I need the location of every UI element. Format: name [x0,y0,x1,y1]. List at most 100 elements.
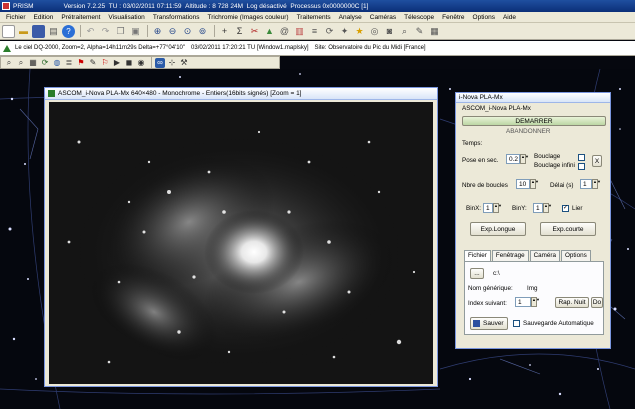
sauvegarde-auto-checkbox[interactable] [513,320,520,327]
bouclage-checkbox[interactable] [578,154,585,161]
menu-pretraitement[interactable]: Prétraitement [57,14,104,21]
scope-icon[interactable]: ⊹ [167,58,177,68]
index-input[interactable]: 1 [515,297,531,307]
refresh-icon[interactable]: ⟳ [40,58,50,68]
binoculars-icon[interactable]: ∞ [155,57,165,68]
save-icon[interactable] [32,24,45,38]
nom-generique-label: Nom générique: [468,285,513,292]
rap-nuit-button[interactable]: Rap. Nuit [555,297,589,308]
do-button[interactable]: Do [591,297,603,308]
sum-icon[interactable]: Σ [233,25,246,38]
grid-icon[interactable]: ▦ [28,58,38,68]
abandon-button[interactable]: ABANDONNER [506,128,550,135]
fichier-tab-panel: ... c:\ Nom générique: Img Index suivant… [464,261,604,335]
cut-icon[interactable]: ✂ [248,25,261,38]
globe-icon[interactable]: ◍ [52,58,62,68]
galaxy-image[interactable] [49,102,433,384]
index-label: Index suivant: [468,300,507,307]
biny-label: BinY: [512,205,527,212]
delai-input[interactable]: 1 [580,179,592,189]
start-button[interactable]: DEMARRER [462,116,606,126]
nb-boucles-spinner[interactable]: ▲▼ [530,179,539,189]
script-icon[interactable]: ✎ [413,25,426,38]
biny-input[interactable]: 1 [533,203,543,213]
image-window[interactable]: ASCOM_i-Nova PLA-Mx 640×480 - Monochrome… [44,87,438,387]
marker-icon[interactable]: ⚑ [76,58,86,68]
magnifier-icon[interactable]: ⌕ [4,58,14,68]
pose-input[interactable]: 0.2 [506,154,520,164]
compass-icon[interactable]: ✦ [338,25,351,38]
chart-icon[interactable]: ▥ [293,25,306,38]
biny-spinner[interactable]: ▲▼ [543,203,552,213]
binx-spinner[interactable]: ▲▼ [493,203,502,213]
camera-icon[interactable]: ◙ [383,25,396,38]
zoom-window-icon[interactable]: ⊙ [181,25,194,38]
new-file-icon[interactable] [2,24,15,38]
pen-icon[interactable]: ✎ [88,58,98,68]
menu-trichromie[interactable]: Trichromie (Images couleur) [204,14,293,21]
flag-icon[interactable]: ⚐ [100,58,110,68]
star-icon[interactable]: ★ [353,25,366,38]
zoom-fit-icon[interactable]: ⌕ [16,58,26,68]
tools-icon[interactable]: ⚒ [179,58,189,68]
redo-icon[interactable]: ↷ [99,25,112,38]
nom-generique-value[interactable]: Img [527,285,538,292]
menu-analyse[interactable]: Analyse [335,14,366,21]
app-version: Version 7.2.25 [63,2,106,10]
image-window-title-text: ASCOM_i-Nova PLA-Mx 640×480 - Monochrome… [58,90,302,97]
menu-aide[interactable]: Aide [499,14,520,21]
spiral-icon[interactable]: @ [278,25,291,38]
help-icon[interactable]: ? [62,24,75,38]
stack-icon[interactable]: ≡ [308,25,321,38]
tab-options[interactable]: Options [561,250,591,261]
grid-icon[interactable]: ▦ [428,25,441,38]
print-icon[interactable]: ▤ [47,25,60,38]
copy-icon[interactable]: ❐ [114,25,127,38]
nb-boucles-input[interactable]: 10 [516,179,530,189]
sky-site: Site: Observatoire du Pic du Midi [Franc… [314,45,426,51]
menu-transformations[interactable]: Transformations [149,14,204,21]
app-process: Processus 0x0000000C [1] [290,2,369,10]
menu-cameras[interactable]: Caméras [366,14,400,21]
open-icon[interactable]: ▬ [17,25,30,38]
toolbar-separator [80,25,81,37]
bouclage-infini-checkbox[interactable] [578,163,585,170]
main-toolbar: ▬ ▤ ? ↶ ↷ ❐ ▣ ⊕ ⊖ ⊙ ⊚ + Σ ✂ ▲ @ ▥ ≡ ⟳ ✦ … [0,23,635,40]
pose-spinner[interactable]: ▲▼ [520,154,529,164]
menu-visualisation[interactable]: Visualisation [104,14,148,21]
list-icon[interactable]: ≣ [64,58,74,68]
undo-icon[interactable]: ↶ [84,25,97,38]
camera-panel-title[interactable]: i-Nova PLA-Mx [456,93,610,103]
stop-icon[interactable]: ◼ [124,58,134,68]
target-icon[interactable]: ◎ [368,25,381,38]
exp-courte-button[interactable]: Exp.courte [540,222,596,236]
zoom-fit-icon[interactable]: ⊚ [196,25,209,38]
play-icon[interactable]: ▶ [112,58,122,68]
crosshair-icon[interactable]: + [218,25,231,38]
index-spinner[interactable]: ▲▼ [531,297,540,307]
telescope-icon[interactable]: ⌕ [398,25,411,38]
lier-checkbox[interactable]: ✓ [562,205,569,212]
zoom-out-icon[interactable]: ⊖ [166,25,179,38]
sauver-button[interactable]: Sauver [470,317,508,330]
menu-telescope[interactable]: Télescope [400,14,438,21]
rotate-icon[interactable]: ⟳ [323,25,336,38]
triangle-icon[interactable]: ▲ [263,25,276,38]
close-x-button[interactable]: X [592,155,602,167]
binx-input[interactable]: 1 [483,203,493,213]
menu-edition[interactable]: Edition [30,14,58,21]
exp-longue-button[interactable]: Exp.Longue [470,222,526,236]
menu-options[interactable]: Options [469,14,499,21]
tab-camera[interactable]: Caméra [529,250,561,261]
tab-fichier[interactable]: Fichier [464,250,491,261]
menu-fenetre[interactable]: Fenêtre [438,14,468,21]
eye-icon[interactable]: ◉ [136,58,146,68]
browse-button[interactable]: ... [470,268,484,279]
delai-spinner[interactable]: ▲▼ [592,179,601,189]
menu-fichier[interactable]: Fichier [2,14,30,21]
paste-icon[interactable]: ▣ [129,25,142,38]
image-window-title[interactable]: ASCOM_i-Nova PLA-Mx 640×480 - Monochrome… [45,88,437,100]
tab-fenetrage[interactable]: Fenêtrage [491,250,529,261]
zoom-in-icon[interactable]: ⊕ [151,25,164,38]
menu-traitements[interactable]: Traitements [293,14,335,21]
